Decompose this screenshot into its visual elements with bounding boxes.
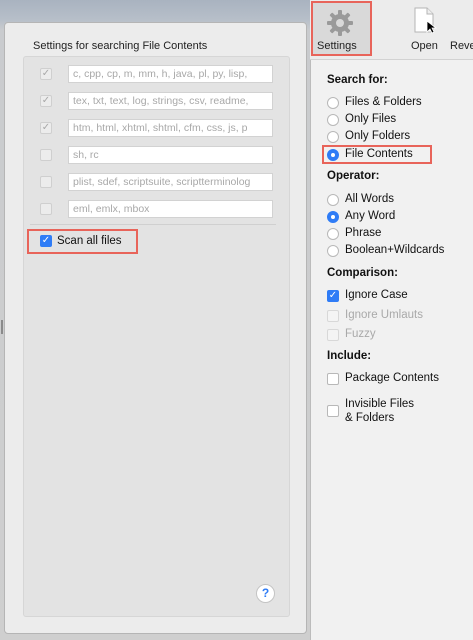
extension-checkbox[interactable] (40, 149, 52, 161)
extension-row: sh, rc (40, 146, 276, 164)
checkbox[interactable] (327, 373, 339, 385)
settings-inner-box (23, 56, 290, 617)
extension-checkbox[interactable]: ✓ (40, 68, 52, 80)
extension-row: ✓ c, cpp, cp, m, mm, h, java, pl, py, li… (40, 65, 276, 83)
open-toolbar-button[interactable]: Open (411, 40, 438, 52)
extension-field[interactable]: c, cpp, cp, m, mm, h, java, pl, py, lisp… (68, 65, 273, 83)
radio-button[interactable] (327, 211, 339, 223)
extension-checkbox[interactable] (40, 176, 52, 188)
extension-field[interactable]: htm, html, xhtml, shtml, cfm, css, js, p (68, 119, 273, 137)
help-button[interactable]: ? (256, 584, 275, 603)
checkbox[interactable] (327, 405, 339, 417)
radio-button[interactable] (327, 228, 339, 240)
extension-row: plist, sdef, scriptsuite, scriptterminol… (40, 173, 276, 191)
checkbox (327, 329, 339, 341)
search-for-heading: Search for: (327, 74, 388, 86)
reveal-toolbar-button[interactable]: Reve (450, 40, 473, 52)
extension-field[interactable]: plist, sdef, scriptsuite, scriptterminol… (68, 173, 273, 191)
checkbox[interactable]: ✓ (327, 290, 339, 302)
radio-button[interactable] (327, 194, 339, 206)
comparison-heading: Comparison: (327, 267, 398, 279)
radio-button[interactable] (327, 97, 339, 109)
radio-button[interactable] (327, 114, 339, 126)
extension-row: ✓ tex, txt, text, log, strings, csv, rea… (40, 92, 276, 110)
checkbox (327, 310, 339, 322)
extension-field[interactable]: eml, emlx, mbox (68, 200, 273, 218)
gear-icon[interactable] (326, 9, 354, 37)
scan-all-files-checkbox[interactable]: ✓ (40, 235, 52, 247)
radio-button[interactable] (327, 245, 339, 257)
resize-handle[interactable] (0, 320, 4, 334)
extension-field[interactable]: sh, rc (68, 146, 273, 164)
extension-checkbox[interactable] (40, 203, 52, 215)
extension-checkbox[interactable]: ✓ (40, 122, 52, 134)
separator (30, 224, 276, 225)
mouse-pointer-icon (426, 20, 438, 34)
settings-toolbar-button[interactable]: Settings (317, 40, 357, 52)
extension-checkbox[interactable]: ✓ (40, 95, 52, 107)
extension-field[interactable]: tex, txt, text, log, strings, csv, readm… (68, 92, 273, 110)
panel-title: Settings for searching File Contents (33, 40, 208, 52)
extension-row: ✓ htm, html, xhtml, shtml, cfm, css, js,… (40, 119, 276, 137)
operator-heading: Operator: (327, 170, 380, 182)
radio-button[interactable] (327, 149, 339, 161)
radio-button[interactable] (327, 131, 339, 143)
extension-row: eml, emlx, mbox (40, 200, 276, 218)
scan-all-files-label[interactable]: Scan all files (57, 235, 122, 247)
include-heading: Include: (327, 350, 372, 362)
